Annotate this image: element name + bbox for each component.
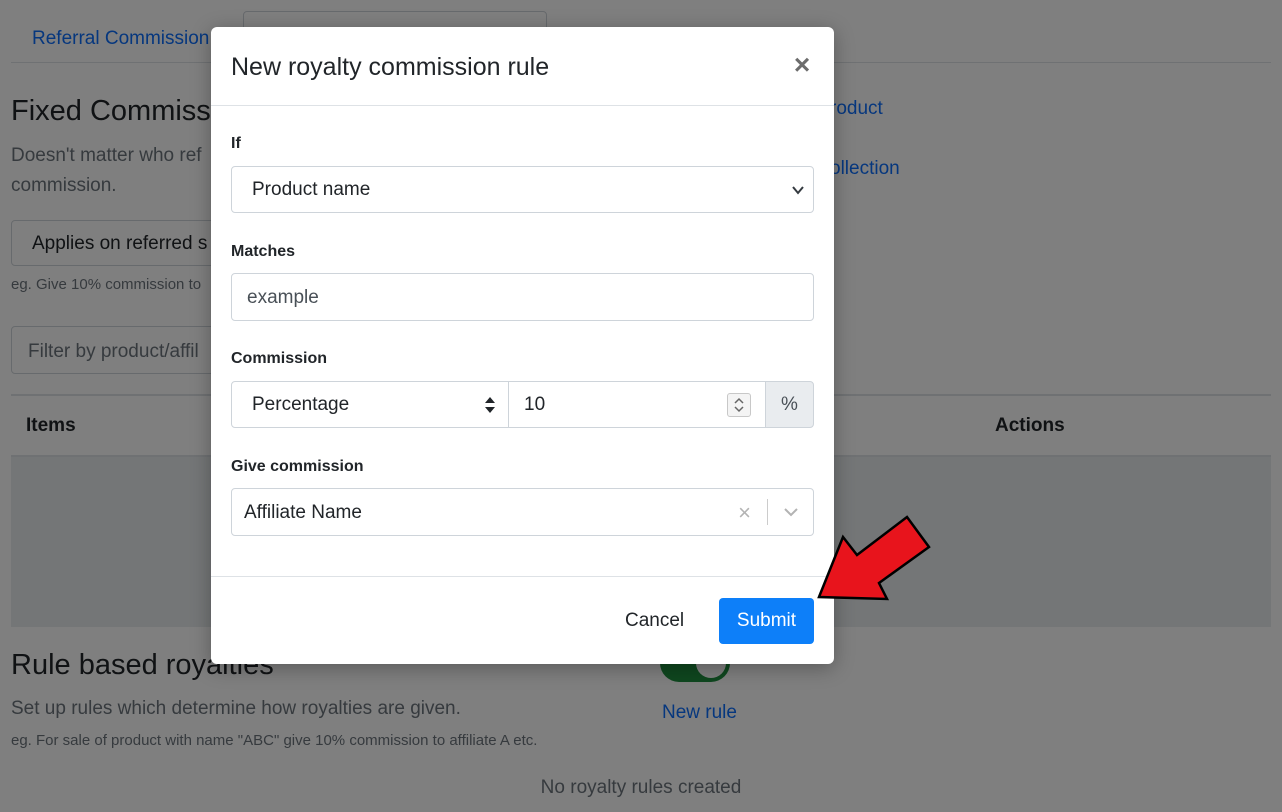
if-select-value: Product name	[252, 179, 371, 200]
sort-updown-icon	[485, 397, 495, 413]
number-spinner[interactable]	[727, 393, 751, 417]
modal-header: New royalty commission rule ×	[211, 27, 834, 106]
modal-title: New royalty commission rule	[231, 53, 550, 81]
commission-type-select[interactable]: Percentage	[231, 381, 509, 428]
commission-label: Commission	[231, 350, 328, 367]
if-select[interactable]: Product name	[231, 166, 814, 213]
commission-unit-addon: %	[765, 381, 814, 428]
if-label: If	[231, 135, 241, 152]
commission-type-value: Percentage	[252, 394, 350, 415]
chevron-down-icon	[792, 186, 804, 195]
select-separator	[767, 499, 768, 525]
commission-value: 10	[524, 394, 546, 415]
page: Referral Commission Fixed Commiss Doesn'…	[0, 0, 1282, 812]
chevron-down-icon[interactable]	[783, 505, 799, 519]
close-icon: ×	[793, 49, 811, 80]
matches-input[interactable]: example	[231, 273, 814, 321]
affiliate-select-value: Affiliate Name	[244, 502, 362, 523]
affiliate-select[interactable]: Affiliate Name ×	[231, 488, 814, 536]
commission-value-input[interactable]: 10	[508, 381, 766, 428]
royalty-rule-modal: New royalty commission rule × If Product…	[211, 27, 834, 664]
commission-input-group: Percentage 10 %	[231, 381, 814, 428]
modal-footer: Cancel Submit	[211, 576, 834, 665]
give-commission-label: Give commission	[231, 458, 364, 475]
close-button[interactable]: ×	[788, 49, 816, 81]
cancel-button[interactable]: Cancel	[625, 610, 684, 632]
spinner-arrows-icon	[734, 397, 744, 413]
annotation-arrow-icon	[817, 515, 931, 601]
submit-button[interactable]: Submit	[719, 598, 814, 644]
matches-label: Matches	[231, 243, 296, 260]
clear-icon[interactable]: ×	[738, 500, 751, 526]
